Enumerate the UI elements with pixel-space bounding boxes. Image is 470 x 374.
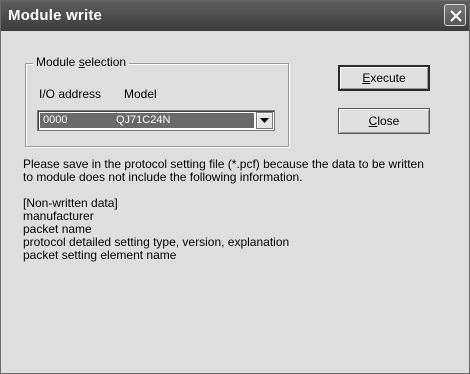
selected-model: QJ71C24N <box>116 114 171 126</box>
non-written-item: packet setting element name <box>23 248 177 262</box>
info-message: Please save in the protocol setting file… <box>23 158 463 262</box>
selected-io-address: 0000 <box>43 114 68 126</box>
dropdown-button[interactable] <box>256 112 273 129</box>
execute-button[interactable]: Execute <box>338 65 430 91</box>
message-line: to module does not include the following… <box>23 170 303 184</box>
selected-module: 0000 QJ71C24N <box>40 113 254 128</box>
close-window-button[interactable] <box>444 4 466 26</box>
close-icon <box>450 10 462 22</box>
chevron-down-icon <box>260 118 269 123</box>
module-select-dropdown[interactable]: 0000 QJ71C24N <box>37 110 275 131</box>
module-selection-label: Module selection <box>33 55 130 69</box>
close-button[interactable]: Close <box>338 108 430 134</box>
io-address-header: I/O address <box>39 87 102 101</box>
title-bar[interactable]: Module write <box>1 1 469 31</box>
dialog-title: Module write <box>8 7 103 24</box>
module-write-dialog: Module write Module selection I/O addres… <box>0 0 470 374</box>
model-header: Model <box>124 87 157 101</box>
module-selection-group <box>25 63 289 147</box>
